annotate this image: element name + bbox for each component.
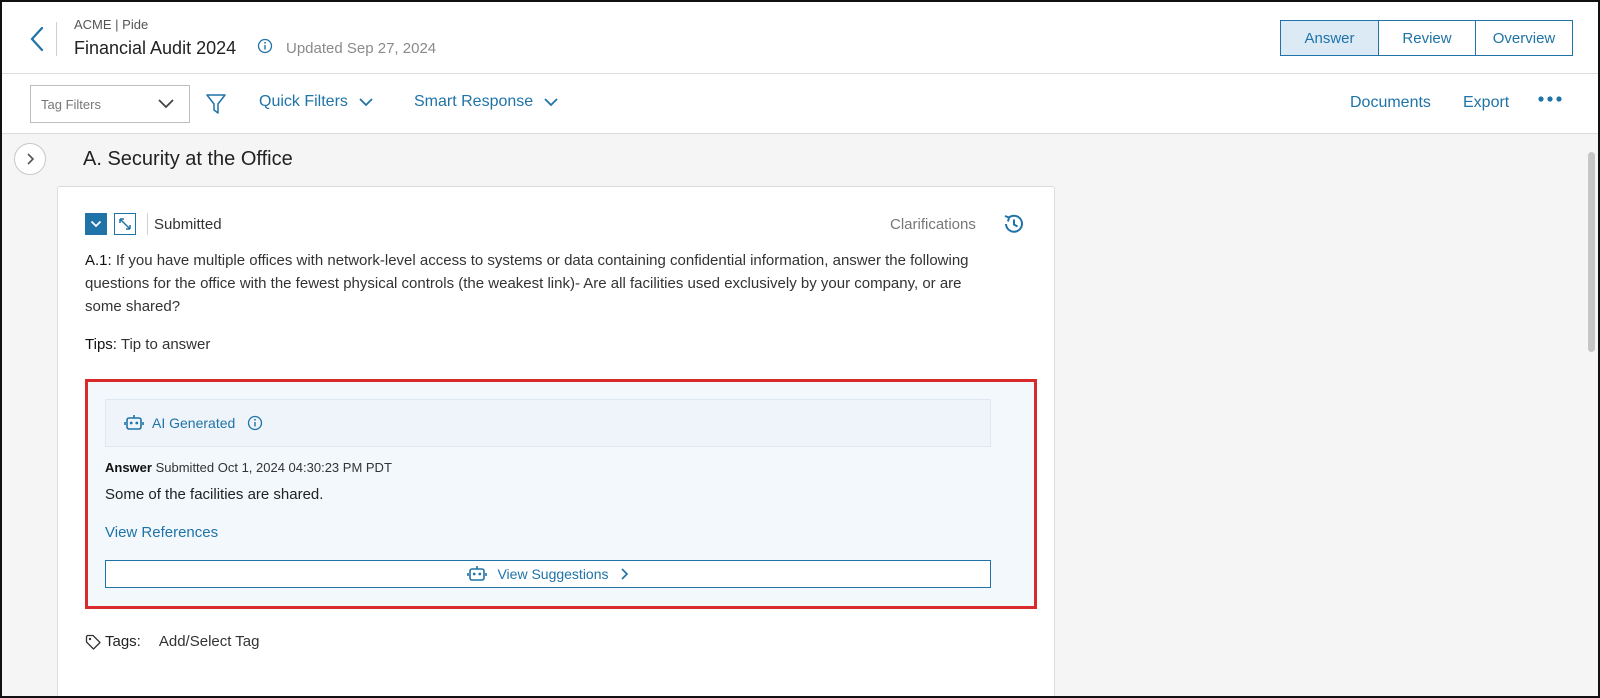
- page-title: Financial Audit 2024: [74, 38, 237, 58]
- sidebar-toggle-button[interactable]: [14, 143, 46, 175]
- scrollbar-thumb[interactable]: [1588, 152, 1595, 352]
- answer-meta-text: Submitted Oct 1, 2024 04:30:23 PM PDT: [155, 460, 392, 475]
- tab-review[interactable]: Review: [1378, 21, 1475, 55]
- expand-icon: [119, 218, 131, 230]
- history-icon[interactable]: [1001, 211, 1027, 237]
- smart-response-dropdown[interactable]: Smart Response: [414, 93, 559, 111]
- ai-generated-label: AI Generated: [152, 415, 236, 431]
- tags-label: Tags:: [105, 633, 141, 650]
- robot-icon: [467, 566, 488, 581]
- smart-response-label: Smart Response: [414, 93, 534, 110]
- quick-filters-label: Quick Filters: [259, 93, 348, 110]
- section-title: A. Security at the Office: [83, 148, 293, 170]
- info-icon[interactable]: [257, 38, 273, 54]
- clarifications-label[interactable]: Clarifications: [890, 216, 976, 233]
- quick-filters-dropdown[interactable]: Quick Filters: [259, 93, 374, 111]
- answer-panel: AI Generated Answer Submitted Oct 1, 202…: [85, 379, 1037, 609]
- answer-meta: Answer Submitted Oct 1, 2024 04:30:23 PM…: [105, 460, 392, 475]
- breadcrumb: ACME | Pide: [74, 17, 149, 32]
- view-suggestions-label: View Suggestions: [497, 566, 609, 582]
- tab-answer[interactable]: Answer: [1281, 21, 1378, 55]
- add-select-tag-link[interactable]: Add/Select Tag: [159, 633, 260, 650]
- status-divider: [147, 213, 148, 235]
- documents-link[interactable]: Documents: [1350, 94, 1431, 112]
- export-link[interactable]: Export: [1463, 94, 1509, 112]
- question-body: If you have multiple offices with networ…: [85, 252, 969, 315]
- tag-icon: [85, 634, 101, 650]
- chevron-down-icon: [90, 220, 102, 228]
- header: ACME | Pide Financial Audit 2024 Updated…: [2, 2, 1598, 74]
- tag-filters-placeholder: Tag Filters: [41, 96, 101, 112]
- tips-label: Tips:: [85, 336, 117, 353]
- question-text: A.1: If you have multiple offices with n…: [85, 249, 995, 318]
- back-arrow-icon[interactable]: [26, 24, 48, 54]
- info-icon[interactable]: [247, 415, 263, 431]
- chevron-down-icon: [544, 98, 558, 107]
- status-label: Submitted: [154, 216, 222, 233]
- collapse-button[interactable]: [85, 213, 107, 235]
- chevron-down-icon: [158, 99, 174, 109]
- answer-text: Some of the facilities are shared.: [105, 486, 324, 503]
- tips-row: Tips: Tip to answer: [85, 336, 210, 353]
- answer-meta-label: Answer: [105, 460, 152, 475]
- question-card: Submitted Clarifications A.1: If you hav…: [57, 186, 1055, 696]
- chevron-down-icon: [359, 98, 373, 107]
- filter-icon[interactable]: [206, 93, 226, 115]
- header-divider: [56, 22, 57, 56]
- tips-text: Tip to answer: [120, 336, 211, 353]
- robot-icon: [124, 415, 144, 430]
- view-references-link[interactable]: View References: [105, 524, 218, 541]
- chevron-right-icon: [27, 153, 35, 165]
- question-id: A.1:: [85, 252, 112, 269]
- tags-row: Tags: Add/Select Tag: [85, 633, 260, 650]
- updated-date: Updated Sep 27, 2024: [286, 40, 437, 57]
- chevron-right-icon: [620, 568, 628, 580]
- expand-button[interactable]: [114, 213, 136, 235]
- toolbar: Tag Filters Quick Filters Smart Response…: [2, 74, 1598, 134]
- tag-filters-select[interactable]: Tag Filters: [30, 85, 190, 123]
- ai-generated-banner: AI Generated: [105, 399, 991, 447]
- view-suggestions-button[interactable]: View Suggestions: [105, 560, 991, 588]
- view-tabs: Answer Review Overview: [1280, 20, 1573, 56]
- tab-overview[interactable]: Overview: [1475, 21, 1572, 55]
- app-window: ACME | Pide Financial Audit 2024 Updated…: [0, 0, 1600, 698]
- more-options-icon[interactable]: [1538, 94, 1562, 104]
